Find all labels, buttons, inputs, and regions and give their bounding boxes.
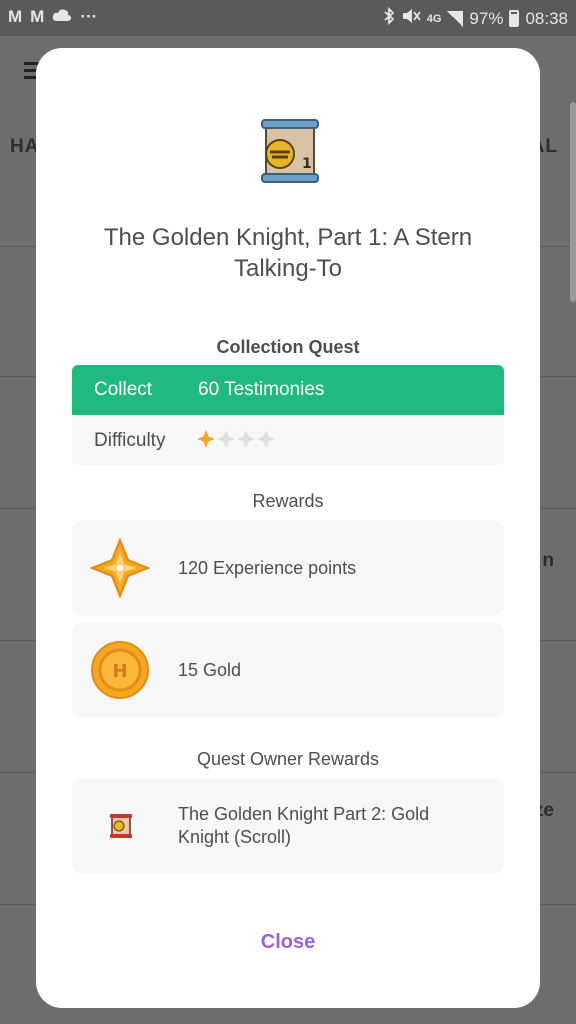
collect-row: Collect 60 Testimonies: [72, 365, 504, 415]
difficulty-row: Difficulty: [72, 415, 504, 465]
collect-label: Collect: [94, 379, 153, 400]
quest-type-heading: Collection Quest: [216, 337, 360, 357]
collect-value: 60 Testimonies: [198, 379, 325, 400]
experience-star-icon: [88, 536, 152, 600]
svg-text:1: 1: [302, 156, 312, 172]
scroll-icon: [88, 794, 152, 858]
clock: 08:38: [525, 8, 568, 28]
mute-icon: [401, 7, 421, 30]
rewards-heading: Rewards: [252, 491, 324, 511]
star-empty-icon: [217, 430, 235, 448]
battery-icon: [509, 10, 520, 27]
reward-card: 120 Experience points: [72, 520, 504, 616]
gold-coin-icon: H: [88, 638, 152, 702]
difficulty-stars: [196, 429, 276, 449]
close-button[interactable]: Close: [212, 922, 364, 962]
network-type: 4G: [426, 12, 442, 25]
owner-reward-text: The Golden Knight Part 2: Gold Knight (S…: [178, 804, 430, 847]
quest-details: Collect 60 Testimonies Difficulty: [72, 365, 504, 465]
status-bar: M M ··· 4G 97% 08:38: [0, 0, 576, 36]
quest-scroll-icon: 1: [252, 116, 324, 188]
quest-title: The Golden Knight, Part 1: A Stern Talki…: [103, 224, 473, 282]
battery-percent: 97%: [469, 8, 504, 28]
reward-text: 15 Gold: [178, 659, 242, 680]
gmail-icon: M: [8, 7, 23, 26]
cloud-icon: [52, 7, 72, 27]
scrollbar[interactable]: [570, 102, 576, 302]
svg-text:H: H: [112, 661, 127, 682]
signal-icon: [447, 10, 464, 27]
gmail-icon: M: [30, 7, 45, 26]
owner-reward-card: The Golden Knight Part 2: Gold Knight (S…: [72, 778, 504, 874]
reward-card: H 15 Gold: [72, 622, 504, 718]
difficulty-label: Difficulty: [94, 430, 166, 451]
star-empty-icon: [237, 430, 255, 448]
quest-dialog: 1 The Golden Knight, Part 1: A Stern Tal…: [36, 48, 540, 1008]
reward-text: 120 Experience points: [178, 557, 357, 578]
more-dots-icon: ···: [80, 7, 98, 26]
star-empty-icon: [257, 430, 275, 448]
bluetooth-icon: [383, 6, 395, 30]
owner-rewards-heading: Quest Owner Rewards: [196, 749, 380, 769]
background-side-text: n: [542, 550, 554, 571]
star-filled-icon: [197, 430, 215, 448]
